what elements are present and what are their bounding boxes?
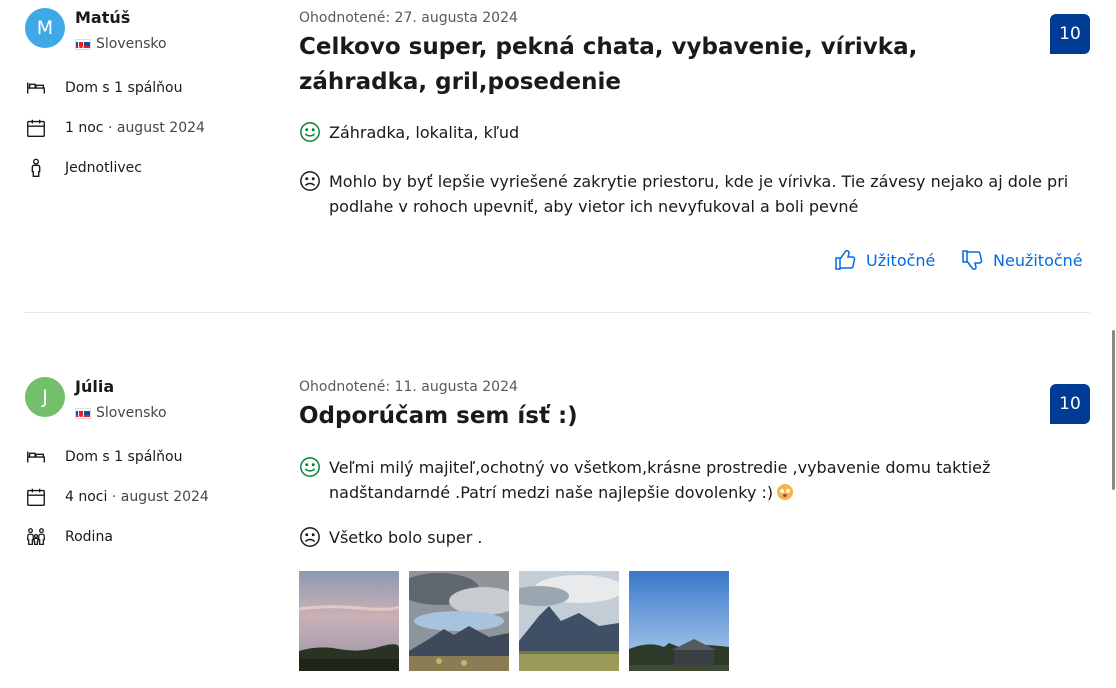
stay-date: august 2024	[120, 489, 209, 505]
thumbs-down-icon	[962, 250, 983, 270]
helpful-label: Užitočné	[866, 250, 936, 270]
room-type: Dom s 1 spálňou	[25, 77, 183, 99]
reviewer-name: Júlia	[75, 377, 115, 396]
country-label: Slovensko	[96, 405, 167, 421]
bed-icon	[27, 451, 45, 463]
scrollbar[interactable]	[1112, 330, 1115, 490]
sunset-photo	[299, 571, 399, 671]
review-score: 10	[1050, 14, 1090, 54]
review-title: Celkovo super, pekná chata, vybavenie, v…	[299, 34, 918, 95]
clouds-mountains-photo	[409, 571, 509, 671]
negative-text: Mohlo by byť lepšie vyriešené zakrytie p…	[329, 172, 1069, 216]
separator-dot: ·	[103, 120, 117, 136]
positive-text: Veľmi milý majiteľ,ochotný vo všetkom,kr…	[329, 458, 991, 502]
avatar: J	[25, 377, 65, 417]
smile-icon	[300, 122, 320, 142]
positive-comment: Záhradka, lokalita, kľud	[299, 120, 1089, 145]
traveler-type-label: Rodina	[65, 529, 113, 545]
traveler-type-label: Jednotlivec	[65, 160, 142, 176]
traveler-type: Jednotlivec	[25, 157, 142, 179]
calendar-icon	[27, 119, 45, 137]
calendar-icon	[27, 488, 45, 506]
review-score: 10	[1050, 384, 1090, 424]
room-type-label: Dom s 1 spálňou	[65, 80, 183, 96]
slovakia-flag-icon	[75, 38, 91, 50]
negative-comment: Všetko bolo super .	[299, 525, 1089, 550]
traveler-type: Rodina	[25, 526, 113, 548]
person-icon	[31, 158, 41, 177]
stay-nights: 4 noci	[65, 489, 108, 505]
positive-text: Záhradka, lokalita, kľud	[329, 123, 520, 142]
review-divider	[25, 312, 1090, 313]
separator-dot: ·	[107, 489, 121, 505]
family-icon	[27, 528, 45, 545]
mountain-field-photo	[519, 571, 619, 671]
review-date: Ohodnotené: 27. augusta 2024	[299, 10, 518, 26]
review-photo[interactable]	[519, 571, 619, 671]
flushed-face-emoji-icon	[777, 484, 794, 500]
reviewer-name: Matúš	[75, 8, 131, 27]
review-title: Odporúčam sem ísť :)	[299, 403, 578, 429]
helpful-button[interactable]: Užitočné	[834, 248, 935, 272]
reviewer-country: Slovensko	[75, 36, 167, 52]
not-helpful-label: Neužitočné	[993, 250, 1083, 270]
blue-sky-house-photo	[629, 571, 729, 671]
frown-icon	[300, 527, 320, 547]
review-photo[interactable]	[409, 571, 509, 671]
stay-nights: 1 noc	[65, 120, 104, 136]
review-date: Ohodnotené: 11. augusta 2024	[299, 379, 518, 395]
room-type-label: Dom s 1 spálňou	[65, 449, 183, 465]
country-label: Slovensko	[96, 36, 167, 52]
negative-comment: Mohlo by byť lepšie vyriešené zakrytie p…	[299, 169, 1089, 219]
frown-icon	[300, 171, 320, 191]
slovakia-flag-icon	[75, 407, 91, 419]
not-helpful-button[interactable]: Neužitočné	[961, 248, 1083, 272]
bed-icon	[27, 82, 45, 94]
avatar: M	[25, 8, 65, 48]
room-type: Dom s 1 spálňou	[25, 446, 183, 468]
thumbs-up-icon	[835, 250, 856, 270]
positive-comment: Veľmi milý majiteľ,ochotný vo všetkom,kr…	[299, 455, 1089, 505]
stay-date: august 2024	[116, 120, 205, 136]
negative-text: Všetko bolo super .	[329, 528, 483, 547]
stay-info: 1 noc · august 2024	[25, 117, 205, 139]
smile-icon	[300, 457, 320, 477]
review-photo[interactable]	[629, 571, 729, 671]
reviewer-country: Slovensko	[75, 405, 167, 421]
review-photo[interactable]	[299, 571, 399, 671]
stay-info: 4 noci · august 2024	[25, 486, 209, 508]
